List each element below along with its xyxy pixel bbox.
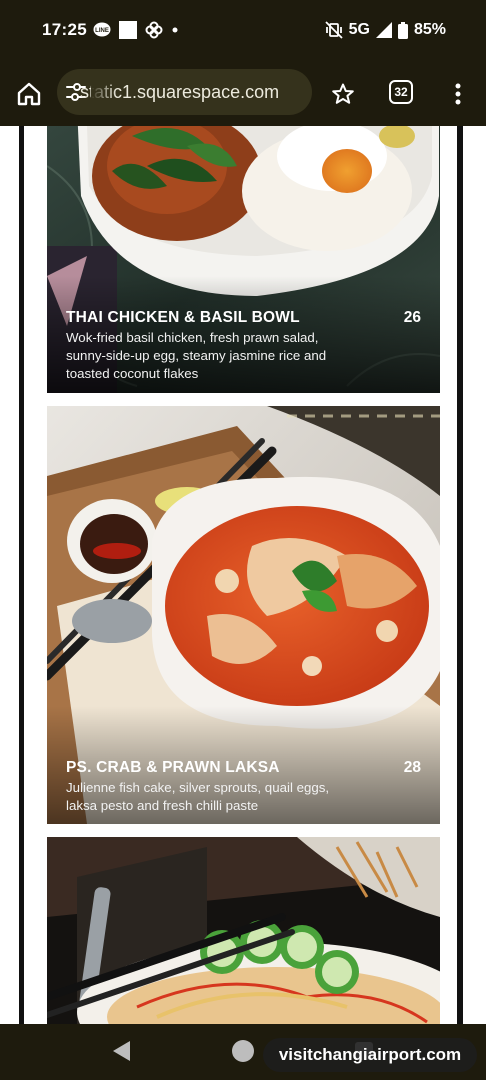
system-icons: 5G 85%: [324, 20, 446, 40]
item-description: Julienne fish cake, silver sprouts, quai…: [66, 780, 330, 813]
vibrate-off-icon: [324, 21, 343, 39]
network-type: 5G: [348, 21, 370, 38]
page-frame-right: [457, 126, 463, 1024]
back-icon[interactable]: [112, 1040, 132, 1062]
item-title: PS. CRAB & PRAWN LAKSA: [66, 759, 280, 776]
tab-switcher-button[interactable]: 32: [389, 80, 413, 104]
browser-toolbar: static1.squarespace.com 32: [0, 62, 486, 126]
item-description: Wok-fried basil chicken, fresh prawn sal…: [66, 330, 327, 381]
item-price: 26: [403, 309, 421, 326]
bookmark-button[interactable]: [328, 79, 358, 109]
overflow-menu-button[interactable]: [444, 79, 472, 109]
fan-app-icon: [145, 21, 163, 39]
home-nav-icon[interactable]: [232, 1040, 254, 1062]
more-vert-icon: [455, 83, 461, 105]
menu-card-basil-bowl[interactable]: THAI CHICKEN & BASIL BOWL 26 Wok-fried b…: [47, 126, 440, 393]
status-time: 17:25: [42, 20, 87, 39]
web-page: THAI CHICKEN & BASIL BOWL 26 Wok-fried b…: [0, 126, 486, 1024]
address-bar[interactable]: static1.squarespace.com: [57, 69, 312, 115]
notification-icons: LINE: [93, 20, 179, 40]
square-app-icon: [119, 21, 137, 39]
item-price: 28: [403, 759, 421, 776]
star-icon: [332, 83, 354, 104]
svg-text:LINE: LINE: [95, 28, 109, 34]
battery-icon: [397, 21, 408, 39]
item-title: THAI CHICKEN & BASIL BOWL: [66, 309, 300, 326]
salad-photo: [47, 837, 440, 1024]
home-icon: [17, 82, 41, 106]
url-fade: [91, 69, 117, 115]
watermark: visitchangiairport.com: [263, 1038, 477, 1072]
battery-level: 85%: [413, 21, 446, 38]
line-app-icon: LINE: [93, 22, 111, 37]
signal-icon: [375, 22, 392, 38]
menu-card-salad[interactable]: [47, 837, 440, 1024]
home-button[interactable]: [14, 79, 44, 109]
status-bar: 17:25 LINE 5G 85%: [0, 0, 486, 62]
more-notifications-dot-icon: [172, 27, 178, 33]
page-frame-left: [19, 126, 24, 1024]
menu-card-laksa[interactable]: PS. CRAB & PRAWN LAKSA 28 Julienne fish …: [47, 406, 440, 824]
